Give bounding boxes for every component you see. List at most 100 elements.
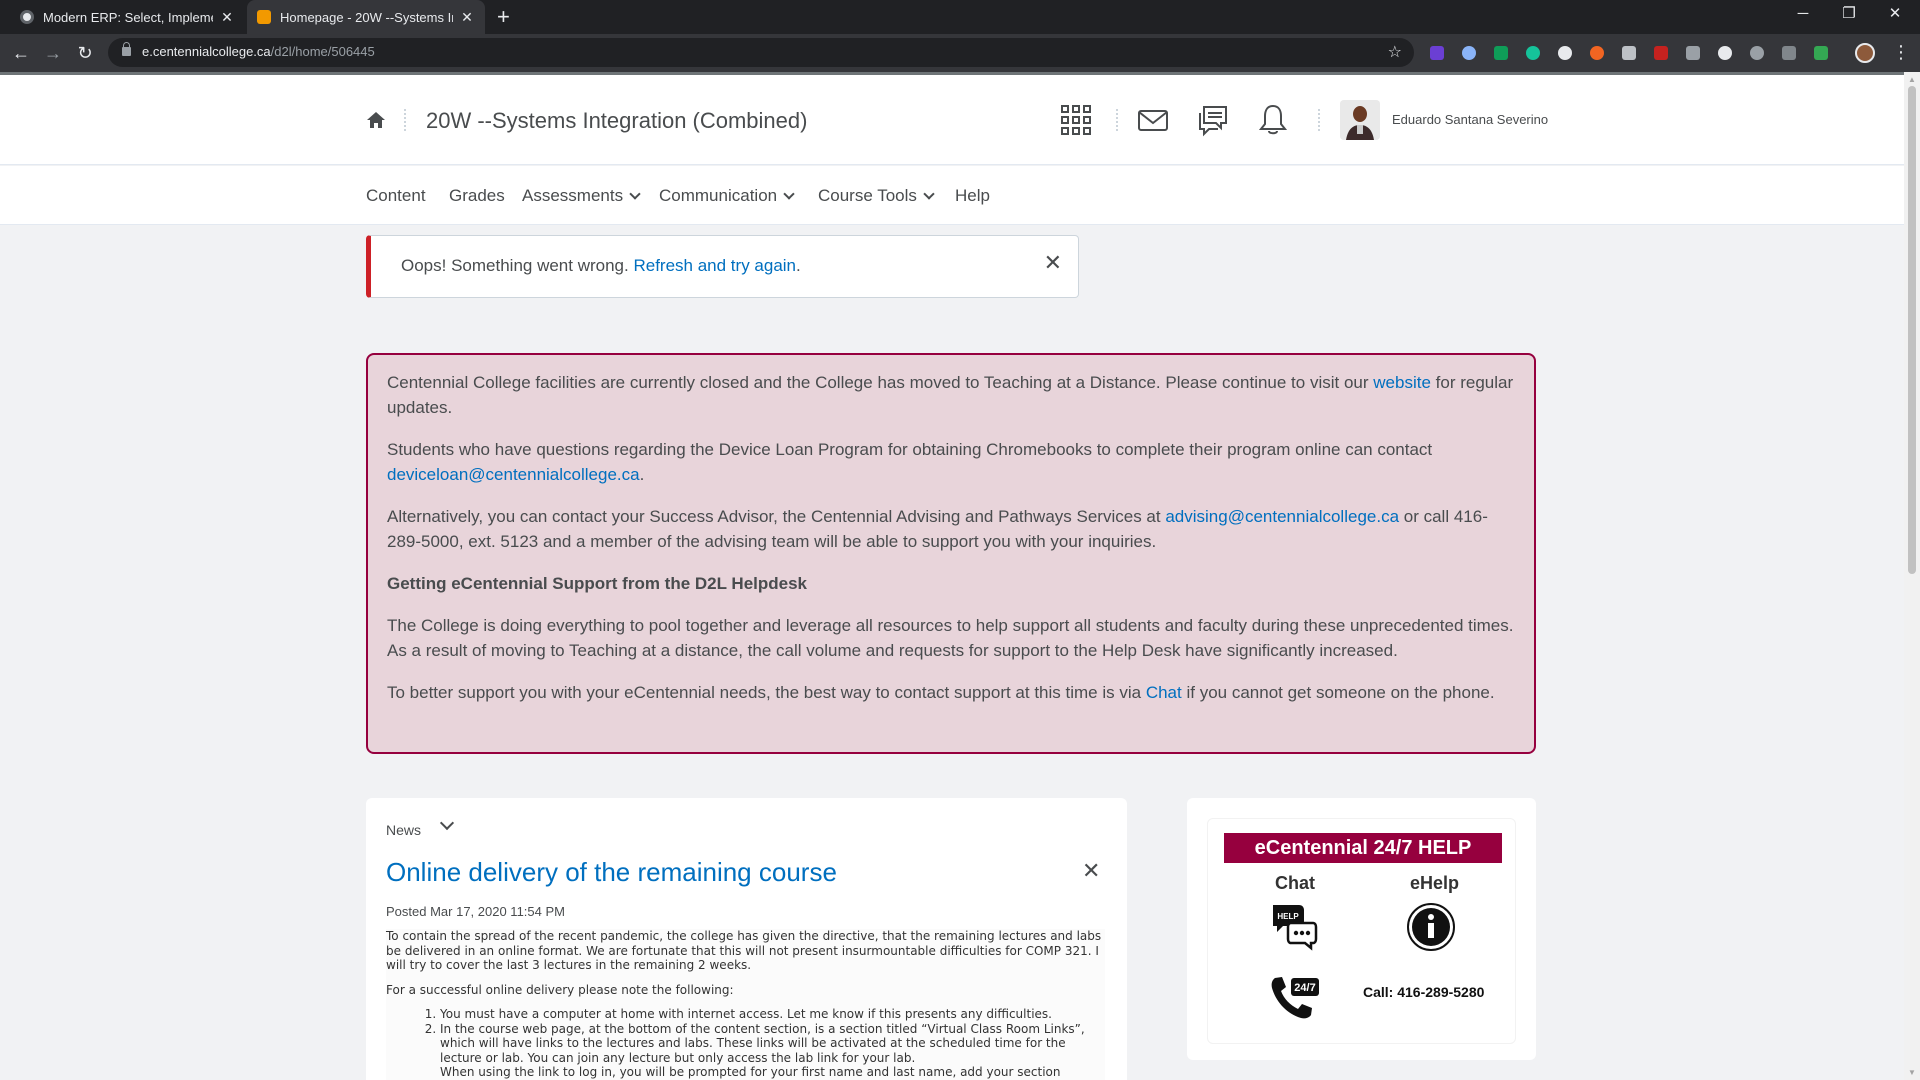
- advising-email-link[interactable]: advising@centennialcollege.ca: [1165, 507, 1399, 526]
- scroll-up-icon[interactable]: ▲: [1908, 75, 1916, 84]
- notifications-bell-icon[interactable]: [1256, 103, 1290, 137]
- extension-icon[interactable]: [1494, 46, 1508, 60]
- list-item: In the course web page, at the bottom of…: [440, 1022, 1105, 1066]
- tab-title: Homepage - 20W --Systems Inte: [280, 9, 453, 25]
- news-paragraph: To contain the spread of the recent pand…: [386, 929, 1102, 972]
- help-badge-text: HELP: [1277, 912, 1299, 921]
- alert-message: Oops! Something went wrong. Refresh and …: [401, 256, 801, 275]
- user-name[interactable]: Eduardo Santana Severino: [1392, 112, 1548, 127]
- help-phone-number[interactable]: Call: 416-289-5280: [1363, 984, 1484, 1000]
- close-icon[interactable]: ✕: [1044, 250, 1062, 276]
- window-close-icon[interactable]: ✕: [1872, 0, 1918, 30]
- discussions-icon[interactable]: [1196, 103, 1230, 137]
- browser-menu-icon[interactable]: ⋮: [1892, 40, 1910, 64]
- restore-icon[interactable]: ❐: [1826, 0, 1872, 30]
- notice-paragraph: To better support you with your eCentenn…: [387, 683, 1495, 702]
- extension-icon[interactable]: [1558, 46, 1572, 60]
- news-widget: News Online delivery of the remaining co…: [366, 798, 1127, 1080]
- scroll-down-icon[interactable]: ▼: [1908, 1068, 1916, 1077]
- forward-icon[interactable]: →: [41, 41, 65, 65]
- chat-link[interactable]: Chat: [1146, 683, 1182, 702]
- lock-icon: [122, 42, 131, 56]
- info-icon[interactable]: [1406, 902, 1456, 952]
- chevron-down-icon: [629, 188, 641, 200]
- site-favicon-icon: [20, 10, 34, 24]
- nav-item-content[interactable]: Content: [366, 186, 426, 206]
- help-banner: eCentennial 24/7 HELP: [1224, 833, 1502, 863]
- user-photo-icon: [1340, 100, 1380, 140]
- help-panel: eCentennial 24/7 HELP Chat eHelp HELP 24…: [1207, 818, 1516, 1044]
- notice-paragraph: The College is doing everything to pool …: [387, 616, 1514, 660]
- tab-title: Modern ERP: Select, Implement, &: [43, 9, 213, 25]
- nav-item-assessments[interactable]: Assessments: [522, 186, 641, 206]
- news-paragraph: For a successful online delivery please …: [386, 982, 734, 997]
- error-alert: Oops! Something went wrong. Refresh and …: [366, 235, 1079, 298]
- d2l-favicon-icon: [257, 10, 271, 24]
- bookmark-star-icon[interactable]: ☆: [1388, 42, 1402, 62]
- tab-close-icon[interactable]: ✕: [219, 9, 235, 26]
- nav-item-grades[interactable]: Grades: [449, 186, 505, 206]
- new-tab-icon[interactable]: +: [497, 5, 510, 29]
- nav-item-help[interactable]: Help: [955, 186, 990, 206]
- chevron-down-icon: [783, 188, 795, 200]
- phone-24-7-icon[interactable]: 24/7: [1269, 974, 1321, 1020]
- refresh-link[interactable]: Refresh and try again: [633, 256, 796, 275]
- notice-heading: Getting eCentennial Support from the D2L…: [387, 574, 808, 593]
- back-icon[interactable]: ←: [9, 41, 33, 65]
- chevron-down-icon[interactable]: [439, 815, 455, 831]
- header-divider: [1318, 109, 1320, 131]
- chat-label[interactable]: Chat: [1275, 873, 1315, 894]
- nav-item-course-tools[interactable]: Course Tools: [818, 186, 935, 206]
- close-icon[interactable]: ✕: [1082, 858, 1100, 884]
- avatar[interactable]: [1340, 100, 1380, 140]
- grammarly-icon[interactable]: [1526, 46, 1540, 60]
- browser-tab-strip: Modern ERP: Select, Implement, & ✕ Homep…: [0, 0, 1920, 34]
- reload-icon[interactable]: ↻: [73, 41, 97, 65]
- url-text: e.centennialcollege.ca/d2l/home/506445: [142, 44, 375, 59]
- minimize-icon[interactable]: ─: [1780, 0, 1826, 30]
- header-divider: [1116, 109, 1118, 131]
- extension-icon[interactable]: [1622, 46, 1636, 60]
- news-posted-date: Posted Mar 17, 2020 11:54 PM: [386, 904, 565, 919]
- course-selector-grid-icon[interactable]: [1059, 103, 1093, 137]
- address-bar[interactable]: e.centennialcollege.ca/d2l/home/506445 ☆: [108, 38, 1414, 67]
- news-body: To contain the spread of the recent pand…: [386, 929, 1105, 1080]
- extension-icon[interactable]: [1750, 46, 1764, 60]
- browser-tab-erp[interactable]: Modern ERP: Select, Implement, & ✕: [10, 0, 245, 34]
- extension-icon[interactable]: [1462, 46, 1476, 60]
- page-scrollbar[interactable]: ▲ ▼: [1904, 72, 1920, 1080]
- website-link[interactable]: website: [1373, 373, 1431, 392]
- course-title[interactable]: 20W --Systems Integration (Combined): [426, 108, 807, 134]
- notice-paragraph: Students who have questions regarding th…: [387, 440, 1433, 484]
- chevron-down-icon: [923, 188, 935, 200]
- phone-badge-text: 24/7: [1294, 982, 1315, 994]
- mail-icon[interactable]: [1136, 103, 1170, 137]
- covid-notice-widget: Centennial College facilities are curren…: [366, 353, 1536, 754]
- extension-icon[interactable]: [1718, 46, 1732, 60]
- chat-help-icon[interactable]: HELP: [1269, 901, 1319, 951]
- news-label: News: [386, 822, 422, 838]
- scrollbar-thumb[interactable]: [1908, 86, 1916, 574]
- tab-close-icon[interactable]: ✕: [459, 9, 475, 26]
- extension-icon[interactable]: [1782, 46, 1796, 60]
- profile-avatar-icon[interactable]: [1855, 43, 1875, 63]
- home-icon[interactable]: [366, 110, 386, 130]
- header-divider: [404, 109, 406, 131]
- list-item: You must have a computer at home with in…: [440, 1007, 1105, 1022]
- news-list: You must have a computer at home with in…: [423, 1007, 1105, 1080]
- shield-icon[interactable]: [1814, 46, 1828, 60]
- nav-item-communication[interactable]: Communication: [659, 186, 795, 206]
- extension-icon[interactable]: [1654, 46, 1668, 60]
- notice-paragraph: Alternatively, you can contact your Succ…: [387, 507, 1488, 551]
- page: 20W --Systems Integration (Combined) Edu…: [0, 72, 1904, 1080]
- browser-toolbar: ← → ↻ e.centennialcollege.ca/d2l/home/50…: [0, 34, 1920, 72]
- help-widget: eCentennial 24/7 HELP Chat eHelp HELP 24…: [1187, 798, 1536, 1060]
- news-item-title[interactable]: Online delivery of the remaining course: [386, 857, 837, 888]
- ehelp-label[interactable]: eHelp: [1410, 873, 1459, 894]
- extension-icon[interactable]: [1430, 46, 1444, 60]
- notice-paragraph: Centennial College facilities are curren…: [387, 373, 1514, 417]
- extension-icon[interactable]: [1590, 46, 1604, 60]
- extension-icon[interactable]: [1686, 46, 1700, 60]
- deviceloan-email-link[interactable]: deviceloan@centennialcollege.ca: [387, 465, 640, 484]
- browser-tab-homepage[interactable]: Homepage - 20W --Systems Inte ✕: [247, 0, 485, 34]
